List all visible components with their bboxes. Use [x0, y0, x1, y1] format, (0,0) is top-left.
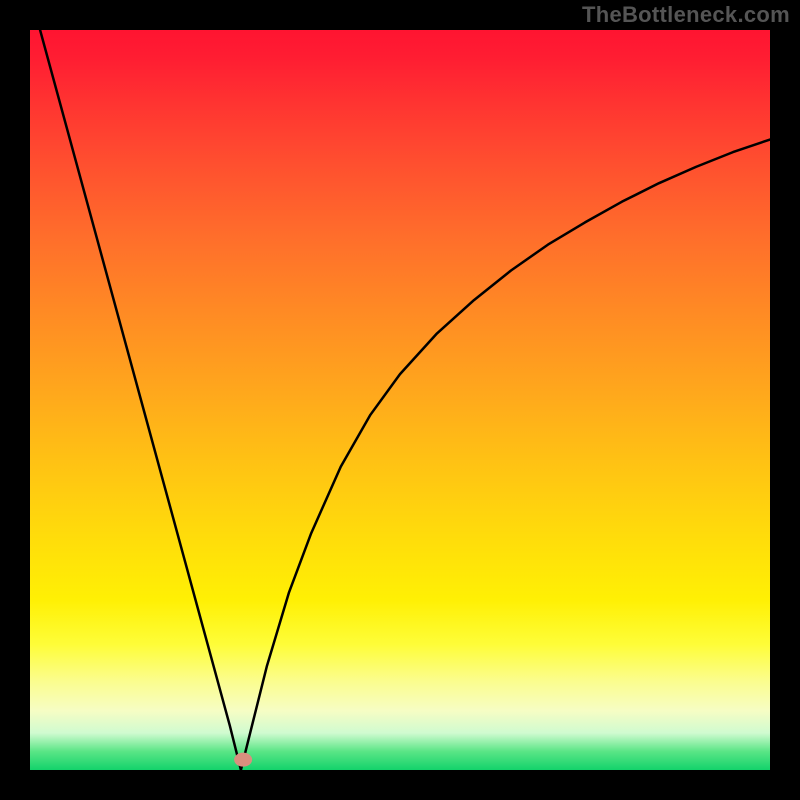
optimum-marker: [234, 753, 252, 767]
marker-layer: [30, 30, 770, 770]
watermark-text: TheBottleneck.com: [582, 2, 790, 28]
bottleneck-chart: TheBottleneck.com: [0, 0, 800, 800]
plot-area: [30, 30, 770, 770]
